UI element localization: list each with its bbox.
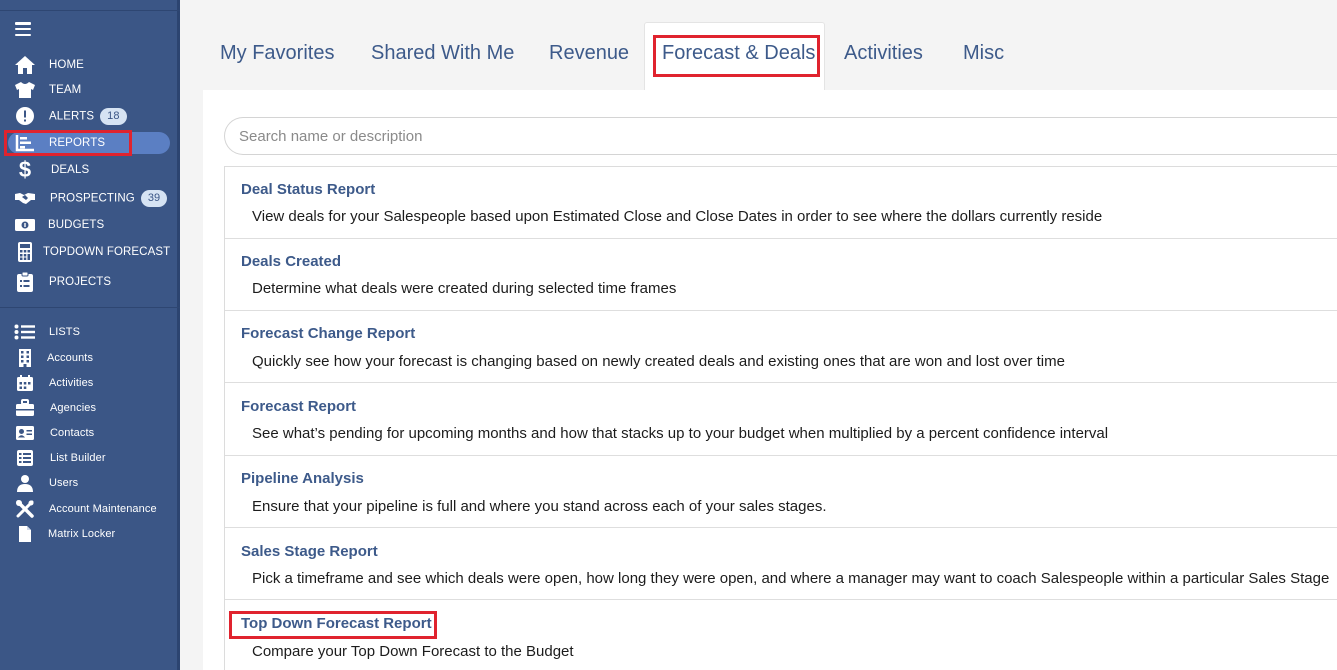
tab-revenue[interactable]: Revenue: [549, 42, 629, 65]
report-tabs: My Favorites Shared With Me Revenue Fore…: [183, 0, 1337, 92]
list-builder-icon: [14, 447, 36, 469]
report-description: See what’s pending for upcoming months a…: [252, 425, 1109, 442]
alerts-count-badge: 18: [100, 107, 127, 125]
report-title[interactable]: Forecast Report: [241, 398, 356, 415]
report-row[interactable]: Deal Status Report View deals for your S…: [225, 167, 1337, 239]
report-row[interactable]: Deals Created Determine what deals were …: [225, 239, 1337, 311]
search-input[interactable]: [224, 117, 1337, 155]
sidebar-item-alerts[interactable]: ALERTS 18: [0, 105, 178, 127]
sidebar-item-list-builder[interactable]: List Builder: [0, 447, 178, 469]
sidebar-item-label: REPORTS: [49, 137, 106, 149]
sidebar-item-deals[interactable]: $ DEALS: [0, 157, 178, 182]
prospecting-count-badge: 39: [140, 189, 168, 207]
sidebar-item-home[interactable]: HOME: [0, 54, 178, 76]
sidebar-item-topdown-forecast[interactable]: TOPDOWN FORECAST: [0, 241, 178, 263]
report-description: Ensure that your pipeline is full and wh…: [252, 498, 827, 515]
sidebar-item-budgets[interactable]: BUDGETS: [0, 214, 178, 236]
sidebar-item-matrix-locker[interactable]: Matrix Locker: [0, 523, 178, 545]
sidebar-item-label: Users: [49, 477, 79, 489]
sidebar-item-accounts[interactable]: Accounts: [0, 347, 178, 369]
tab-shared-with-me[interactable]: Shared With Me: [371, 42, 514, 65]
sidebar-item-label: Account Maintenance: [49, 503, 157, 515]
sidebar-item-label: Matrix Locker: [48, 528, 116, 540]
report-row[interactable]: Forecast Report See what’s pending for u…: [225, 383, 1337, 456]
sidebar-item-reports[interactable]: REPORTS: [0, 132, 178, 154]
home-icon: [14, 54, 36, 76]
sidebar-item-label: TEAM: [49, 84, 82, 96]
report-row[interactable]: Sales Stage Report Pick a timeframe and …: [225, 528, 1337, 600]
report-description: Determine what deals were created during…: [252, 280, 677, 297]
dollar-icon: $: [18, 157, 32, 182]
report-title[interactable]: Deal Status Report: [241, 181, 375, 198]
sidebar-item-label: BUDGETS: [48, 219, 105, 231]
alert-icon: [14, 105, 36, 127]
report-row[interactable]: Pipeline Analysis Ensure that your pipel…: [225, 456, 1337, 528]
sidebar-top-divider: [0, 10, 180, 11]
sidebar-item-label: TOPDOWN FORECAST: [43, 246, 171, 258]
sidebar-item-label: Activities: [49, 377, 94, 389]
sidebar-divider: [0, 307, 180, 308]
shirt-icon: [14, 79, 36, 101]
calendar-icon: [14, 372, 36, 394]
sidebar-item-agencies[interactable]: Agencies: [0, 397, 178, 419]
sidebar-item-label: PROJECTS: [49, 276, 112, 288]
sidebar-item-label: DEALS: [51, 164, 90, 176]
report-description: Quickly see how your forecast is changin…: [252, 353, 1065, 370]
report-description: Pick a timeframe and see which deals wer…: [252, 570, 1330, 587]
sidebar-item-users[interactable]: Users: [0, 472, 178, 494]
building-icon: [14, 347, 36, 369]
report-list: Deal Status Report View deals for your S…: [224, 166, 1337, 670]
sidebar-item-label: Accounts: [47, 352, 94, 364]
reports-panel: Deal Status Report View deals for your S…: [203, 90, 1337, 670]
briefcase-icon: [14, 397, 36, 419]
report-description: View deals for your Salespeople based up…: [252, 208, 1103, 225]
sidebar: HOME TEAM ALERTS 18 REPORTS $ DEALS PROSP…: [0, 0, 180, 670]
file-icon: [14, 523, 36, 545]
list-icon: [14, 321, 36, 343]
report-title[interactable]: Pipeline Analysis: [241, 470, 364, 487]
id-card-icon: [14, 422, 36, 444]
sidebar-item-lists[interactable]: LISTS: [0, 321, 178, 343]
sidebar-item-label: ALERTS: [49, 110, 95, 123]
sidebar-item-label: LISTS: [49, 326, 81, 338]
chart-icon: [14, 132, 36, 154]
tools-icon: [14, 498, 36, 520]
report-title[interactable]: Deals Created: [241, 253, 341, 270]
report-row[interactable]: Forecast Change Report Quickly see how y…: [225, 311, 1337, 383]
sidebar-item-label: Agencies: [50, 402, 97, 414]
sidebar-item-contacts[interactable]: Contacts: [0, 422, 178, 444]
tab-activities[interactable]: Activities: [844, 42, 923, 65]
report-description: Compare your Top Down Forecast to the Bu…: [252, 643, 574, 660]
user-icon: [14, 472, 36, 494]
sidebar-item-account-maintenance[interactable]: Account Maintenance: [0, 498, 178, 520]
sidebar-item-label: Contacts: [50, 427, 95, 439]
sidebar-item-activities[interactable]: Activities: [0, 372, 178, 394]
hamburger-menu-icon[interactable]: [15, 22, 31, 36]
report-title[interactable]: Sales Stage Report: [241, 543, 378, 560]
report-title[interactable]: Forecast Change Report: [241, 325, 415, 342]
sidebar-item-projects[interactable]: PROJECTS: [0, 271, 178, 293]
report-row[interactable]: Top Down Forecast Report Compare your To…: [225, 600, 1337, 670]
sidebar-item-label: List Builder: [50, 452, 106, 464]
handshake-icon: [14, 187, 36, 209]
tab-forecast-deals[interactable]: Forecast & Deals: [662, 42, 815, 65]
sidebar-item-label: HOME: [49, 59, 84, 71]
report-title[interactable]: Top Down Forecast Report: [241, 615, 432, 632]
sidebar-item-label: PROSPECTING: [50, 192, 135, 205]
sidebar-item-team[interactable]: TEAM: [0, 79, 178, 101]
clipboard-icon: [14, 271, 36, 293]
tab-misc[interactable]: Misc: [963, 42, 1004, 65]
main-area: My Favorites Shared With Me Revenue Fore…: [183, 0, 1337, 670]
calculator-icon: [14, 241, 36, 263]
tab-my-favorites[interactable]: My Favorites: [220, 42, 334, 65]
sidebar-item-prospecting[interactable]: PROSPECTING 39: [0, 187, 178, 209]
money-icon: [14, 214, 36, 236]
